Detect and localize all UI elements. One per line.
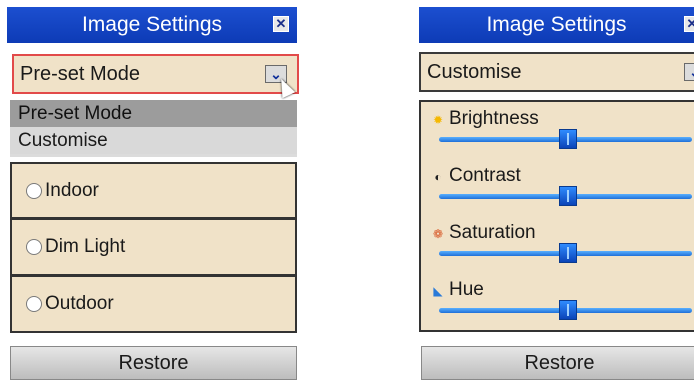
radio-button[interactable] — [26, 182, 42, 199]
slider-contrast: ◐ Contrast — [421, 163, 694, 219]
slider-thumb[interactable] — [559, 243, 578, 263]
slider-hue: ◣ Hue — [421, 277, 694, 333]
image-settings-panel-customise: Image Settings ✕ Customise ⌄ ✹ Brightnes… — [411, 0, 694, 380]
radio-button[interactable] — [26, 296, 42, 312]
slider-label: Hue — [449, 279, 484, 300]
brightness-icon: ✹ — [432, 113, 444, 127]
radio-label: Outdoor — [45, 293, 114, 314]
contrast-icon: ◐ — [434, 170, 442, 184]
hue-icon: ◣ — [433, 284, 443, 298]
slider-label: Saturation — [449, 222, 536, 243]
close-icon[interactable]: ✕ — [684, 16, 694, 32]
slider-thumb[interactable] — [559, 186, 578, 206]
chevron-down-icon[interactable]: ⌄ — [684, 63, 694, 81]
dropdown-option-preset[interactable]: Pre-set Mode — [10, 100, 297, 127]
dropdown-option-customise[interactable]: Customise — [10, 127, 297, 154]
panel-title: Image Settings — [81, 13, 223, 36]
restore-button[interactable]: Restore — [421, 346, 694, 380]
image-settings-panel-preset: Image Settings ✕ Pre-set Mode ⌄ Pre-set … — [0, 0, 305, 380]
slider-saturation: ❁ Saturation — [421, 220, 694, 276]
mode-select-value: Customise — [427, 60, 522, 83]
radio-button[interactable] — [26, 239, 42, 255]
title-bar: Image Settings ✕ — [419, 7, 694, 43]
preset-radio-group: Indoor Dim Light Outdoor — [10, 162, 297, 333]
mode-select[interactable]: Pre-set Mode ⌄ — [12, 54, 299, 94]
radio-option-outdoor[interactable]: Outdoor — [10, 276, 297, 333]
slider-thumb[interactable] — [559, 300, 578, 320]
mode-select[interactable]: Customise ⌄ — [419, 52, 694, 92]
mode-dropdown-list: Pre-set Mode Customise — [10, 100, 297, 157]
restore-button[interactable]: Restore — [10, 346, 297, 380]
radio-label: Indoor — [45, 179, 99, 201]
close-icon[interactable]: ✕ — [273, 16, 289, 32]
radio-label: Dim Light — [45, 236, 126, 257]
slider-thumb[interactable] — [559, 129, 578, 149]
title-bar: Image Settings ✕ — [7, 7, 297, 43]
adjustment-sliders-box: ✹ Brightness ◐ Contrast ❁ Saturation ◣ H… — [419, 100, 694, 332]
slider-brightness: ✹ Brightness — [421, 106, 694, 162]
slider-label: Contrast — [449, 165, 521, 186]
mode-select-value: Pre-set Mode — [20, 62, 141, 85]
radio-option-dim-light[interactable]: Dim Light — [10, 219, 297, 276]
slider-label: Brightness — [449, 108, 539, 129]
radio-option-indoor[interactable]: Indoor — [10, 162, 297, 219]
saturation-icon: ❁ — [432, 227, 444, 241]
panel-title: Image Settings — [486, 13, 627, 36]
